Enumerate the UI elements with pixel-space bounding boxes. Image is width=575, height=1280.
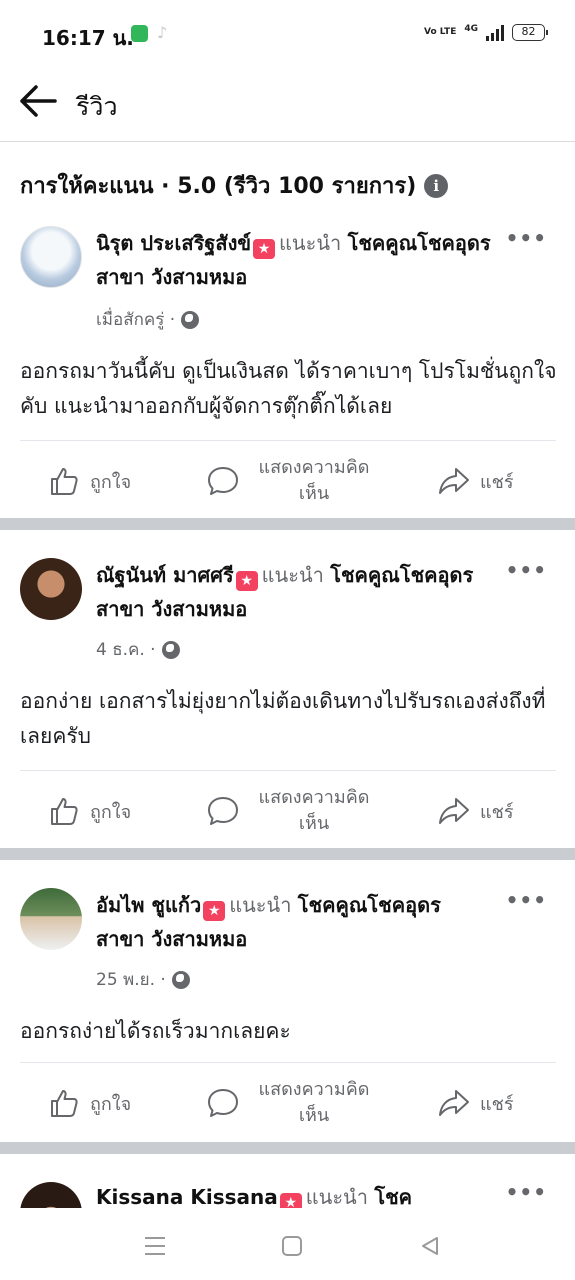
battery-icon: 82 bbox=[512, 24, 548, 41]
recommends-label: แนะนำ bbox=[305, 1185, 368, 1208]
info-icon[interactable]: i bbox=[424, 173, 449, 198]
system-nav-bar bbox=[0, 1208, 575, 1280]
review-text: ออกง่าย เอกสารไม่ยุ่งยากไม่ต้องเดินทางไป… bbox=[20, 689, 546, 748]
review-header: อัมไพ ชูแก้ว ★ แนะนำ โชคคูณโชคอุดร สาขา วั… bbox=[96, 888, 496, 956]
recommend-icon: ★ bbox=[235, 571, 258, 591]
rating-text: การให้คะแนน · 5.0 (รีวิว 100 รายการ) bbox=[20, 174, 417, 199]
home-icon[interactable] bbox=[272, 1226, 312, 1266]
status-time: 16:17 น. bbox=[42, 26, 134, 50]
divider bbox=[0, 848, 575, 860]
review-header: นิรุต ประเสริฐสังข์ ★ แนะนำ โชคคูณโชคอุดร … bbox=[96, 226, 496, 294]
tiktok-notification-icon: ♪ bbox=[157, 23, 168, 42]
share-button[interactable]: แชร์ bbox=[438, 771, 514, 851]
volte-indicator: Vo LTE bbox=[424, 27, 457, 37]
globe-icon bbox=[171, 970, 190, 989]
recent-apps-icon[interactable] bbox=[135, 1226, 175, 1266]
review-card: Kissana Kissana ★ แนะนำ โชค ••• bbox=[0, 1178, 575, 1208]
share-label: แชร์ bbox=[480, 1093, 514, 1115]
recommends-label: แนะนำ bbox=[261, 563, 324, 587]
divider bbox=[0, 1142, 575, 1154]
recommends-label: แนะนำ bbox=[279, 231, 342, 255]
recommend-icon: ★ bbox=[253, 239, 276, 259]
globe-icon bbox=[161, 640, 180, 659]
share-button[interactable]: แชร์ bbox=[438, 1063, 514, 1143]
share-icon bbox=[439, 1090, 469, 1116]
reviewer-name[interactable]: ณัฐนันท์ มาศศรี bbox=[96, 563, 234, 587]
status-bar: 16:17 น. ♪ Vo LTE 4G 82 bbox=[0, 0, 575, 70]
review-time[interactable]: 25 พ.ย. · bbox=[96, 966, 166, 993]
recommend-icon: ★ bbox=[203, 901, 226, 921]
more-options-icon[interactable]: ••• bbox=[506, 888, 547, 912]
thumbs-up-icon bbox=[51, 798, 78, 825]
avatar[interactable] bbox=[20, 558, 82, 620]
avatar[interactable] bbox=[20, 888, 82, 950]
more-options-icon[interactable]: ••• bbox=[506, 1180, 547, 1204]
share-button[interactable]: แชร์ bbox=[438, 441, 514, 521]
review-text: ออกรถง่ายได้รถเร็วมากเลยคะ bbox=[20, 1019, 291, 1043]
more-options-icon[interactable]: ••• bbox=[506, 558, 547, 582]
page-title: รีวิว bbox=[76, 92, 118, 121]
share-label: แชร์ bbox=[480, 801, 514, 823]
like-button[interactable]: ถูกใจ bbox=[48, 771, 131, 851]
divider bbox=[0, 518, 575, 530]
avatar[interactable] bbox=[20, 226, 82, 288]
review-header: ณัฐนันท์ มาศศรี ★ แนะนำ โชคคูณโชคอุดร สาขา… bbox=[96, 558, 496, 626]
avatar[interactable] bbox=[20, 1182, 82, 1208]
review-meta: เมื่อสักครู่ · bbox=[96, 306, 200, 333]
share-icon bbox=[439, 798, 469, 824]
like-label: ถูกใจ bbox=[90, 1093, 132, 1115]
header: รีวิว bbox=[0, 70, 575, 142]
review-header: Kissana Kissana ★ แนะนำ โชค bbox=[96, 1180, 496, 1208]
reviewer-name[interactable]: Kissana Kissana bbox=[96, 1185, 278, 1208]
like-label: ถูกใจ bbox=[90, 471, 132, 493]
signal-icon bbox=[486, 24, 504, 41]
review-actions: ถูกใจ แสดงความคิด เห็น แชร์ bbox=[20, 1062, 556, 1142]
thumbs-up-icon bbox=[51, 1090, 78, 1117]
like-label: ถูกใจ bbox=[90, 801, 132, 823]
page-name[interactable]: โชค bbox=[374, 1185, 412, 1208]
status-indicators: Vo LTE 4G 82 bbox=[424, 24, 548, 41]
comment-label: แสดงความคิด เห็น bbox=[258, 787, 370, 834]
comment-button[interactable]: แสดงความคิด เห็น bbox=[206, 441, 378, 521]
recommends-label: แนะนำ bbox=[229, 893, 292, 917]
more-options-icon[interactable]: ••• bbox=[506, 226, 547, 250]
share-label: แชร์ bbox=[480, 471, 514, 493]
review-text: ออกรถมาวันนี้คับ ดูเป็นเงินสด ได้ราคาเบา… bbox=[20, 359, 557, 418]
back-icon[interactable] bbox=[410, 1226, 450, 1266]
comment-label: แสดงความคิด เห็น bbox=[258, 457, 370, 504]
review-meta: 4 ธ.ค. · bbox=[96, 636, 180, 663]
globe-icon bbox=[181, 310, 200, 329]
share-icon bbox=[439, 468, 469, 494]
reviewer-name[interactable]: อัมไพ ชูแก้ว bbox=[96, 893, 201, 917]
thumbs-up-icon bbox=[51, 468, 78, 495]
comment-label: แสดงความคิด เห็น bbox=[258, 1079, 370, 1126]
review-actions: ถูกใจ แสดงความคิด เห็น แชร์ bbox=[20, 440, 556, 520]
comment-icon bbox=[208, 467, 238, 495]
rating-summary: การให้คะแนน · 5.0 (รีวิว 100 รายการ) i bbox=[20, 168, 449, 203]
review-time[interactable]: 4 ธ.ค. · bbox=[96, 636, 156, 663]
comment-icon bbox=[208, 797, 238, 825]
comment-button[interactable]: แสดงความคิด เห็น bbox=[206, 771, 378, 851]
recommend-icon: ★ bbox=[279, 1193, 302, 1208]
network-type: 4G bbox=[464, 24, 478, 34]
comment-icon bbox=[208, 1089, 238, 1117]
comment-button[interactable]: แสดงความคิด เห็น bbox=[206, 1063, 378, 1143]
review-meta: 25 พ.ย. · bbox=[96, 966, 190, 993]
like-button[interactable]: ถูกใจ bbox=[48, 1063, 131, 1143]
like-button[interactable]: ถูกใจ bbox=[48, 441, 131, 521]
review-actions: ถูกใจ แสดงความคิด เห็น แชร์ bbox=[20, 770, 556, 850]
back-arrow-icon[interactable] bbox=[18, 84, 58, 118]
app-notification-icon bbox=[131, 25, 148, 42]
review-time[interactable]: เมื่อสักครู่ · bbox=[96, 306, 175, 333]
reviewer-name[interactable]: นิรุต ประเสริฐสังข์ bbox=[96, 231, 251, 255]
